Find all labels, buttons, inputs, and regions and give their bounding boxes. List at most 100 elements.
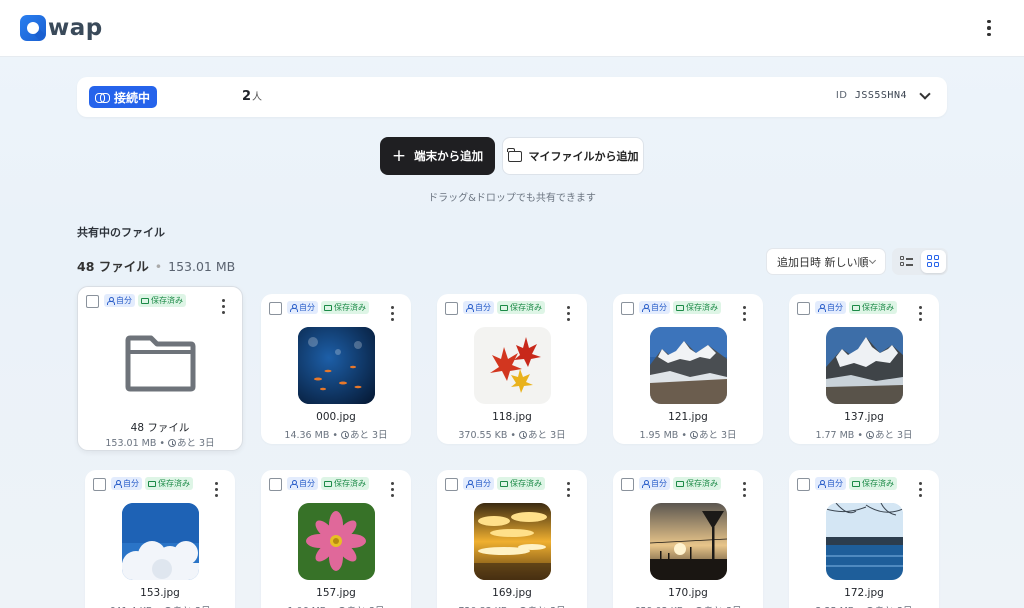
thumbnail[interactable]	[122, 503, 199, 580]
file-card[interactable]: 自分 保存済み 118.jpg 370.55 KB • あと 3日	[437, 294, 587, 444]
files-summary: 48 ファイル • 153.01 MB	[77, 256, 235, 275]
room-id-label: ID	[835, 90, 848, 101]
select-checkbox[interactable]	[621, 478, 634, 491]
tag-saved-label: 保存済み	[151, 295, 183, 305]
thumbnail-image	[298, 327, 375, 404]
file-card[interactable]: 自分 保存済み 137.jpg 1.77 MB • あと 3日	[789, 294, 939, 444]
top-bar: wap	[0, 0, 1024, 57]
thumbnail[interactable]	[826, 327, 903, 404]
thumbnail[interactable]	[650, 327, 727, 404]
card-more-icon[interactable]	[208, 479, 224, 499]
folder-icon	[148, 480, 156, 487]
file-name: 137.jpg	[844, 411, 884, 423]
file-card[interactable]: 自分 保存済み 172.jpg 2.25 MB • あと 3日	[789, 470, 939, 608]
tag-self: 自分	[104, 294, 135, 307]
tag-saved-label: 保存済み	[686, 478, 718, 488]
clock-icon	[341, 431, 349, 439]
file-card[interactable]: 自分 保存済み 000.jpg 14.36 MB • あと 3日	[261, 294, 411, 444]
sort-select-value: 追加日時 新しい順	[777, 255, 869, 269]
folder-card[interactable]: 自分 保存済み 48 ファイル 153.01 MB • あと 3日	[77, 286, 243, 451]
select-checkbox[interactable]	[797, 478, 810, 491]
card-more-icon[interactable]	[912, 479, 928, 499]
folder-icon	[125, 335, 196, 392]
thumbnail[interactable]	[298, 503, 375, 580]
grid-view-button[interactable]	[921, 250, 946, 273]
tag-self: 自分	[815, 301, 846, 314]
card-more-icon[interactable]	[215, 296, 231, 316]
person-icon	[290, 479, 298, 488]
file-card[interactable]: 自分 保存済み 170.jpg 659.02 KB • あと 3日	[613, 470, 763, 608]
app-logo[interactable]: wap	[20, 14, 103, 42]
file-size: 1.95 MB	[639, 430, 679, 441]
tag-saved-label: 保存済み	[510, 302, 542, 312]
folder-meta: 153.01 MB • あと 3日	[105, 438, 215, 449]
tag-saved-label: 保存済み	[686, 302, 718, 312]
logo-text: wap	[48, 15, 103, 41]
select-checkbox[interactable]	[445, 302, 458, 315]
file-card[interactable]: 自分 保存済み 153.jpg 641.4 KB • あと 3日	[85, 470, 235, 608]
folder-icon	[500, 480, 508, 487]
select-checkbox[interactable]	[269, 478, 282, 491]
card-more-icon[interactable]	[736, 479, 752, 499]
file-expires: あと 3日	[698, 430, 737, 441]
card-more-icon[interactable]	[384, 479, 400, 499]
chevron-down-icon[interactable]	[919, 88, 931, 100]
select-checkbox[interactable]	[621, 302, 634, 315]
file-meta: 370.55 KB • あと 3日	[458, 430, 566, 441]
folder-size: 153.01 MB	[105, 438, 157, 449]
select-checkbox[interactable]	[86, 295, 99, 308]
thumbnail[interactable]	[650, 503, 727, 580]
tag-self-label: 自分	[116, 295, 132, 305]
add-from-device-label: 端末から追加	[414, 149, 484, 163]
folder-icon	[500, 304, 508, 311]
file-count: 48 ファイル	[77, 259, 149, 274]
file-card[interactable]: 自分 保存済み 169.jpg 720.83 KB • あと 3日	[437, 470, 587, 608]
add-from-device-button[interactable]: + 端末から追加	[380, 137, 495, 175]
folder-name: 48 ファイル	[130, 422, 190, 434]
sort-select[interactable]: 追加日時 新しい順	[766, 248, 886, 275]
view-toggle	[892, 248, 948, 275]
tags: 自分 保存済み	[639, 301, 721, 314]
list-view-button[interactable]	[894, 250, 919, 273]
folder-icon	[676, 304, 684, 311]
file-name: 121.jpg	[668, 411, 708, 423]
thumbnail[interactable]	[474, 327, 551, 404]
folder-icon	[324, 480, 332, 487]
select-checkbox[interactable]	[797, 302, 810, 315]
file-card[interactable]: 自分 保存済み 121.jpg 1.95 MB • あと 3日	[613, 294, 763, 444]
thumbnail[interactable]	[474, 503, 551, 580]
tag-saved: 保存済み	[321, 477, 369, 490]
grid-view-icon	[927, 255, 940, 268]
tag-self-label: 自分	[651, 302, 667, 312]
thumbnail[interactable]	[826, 503, 903, 580]
tags: 自分 保存済み	[287, 477, 369, 490]
card-more-icon[interactable]	[560, 479, 576, 499]
tag-self: 自分	[639, 301, 670, 314]
file-meta: 14.36 MB • あと 3日	[284, 430, 388, 441]
card-more-icon[interactable]	[912, 303, 928, 323]
card-more-icon[interactable]	[736, 303, 752, 323]
tag-saved: 保存済み	[849, 477, 897, 490]
tag-self-label: 自分	[299, 302, 315, 312]
person-icon	[466, 303, 474, 312]
more-menu-icon[interactable]	[981, 18, 997, 38]
file-expires: あと 3日	[528, 430, 566, 441]
tags: 自分 保存済み	[639, 477, 721, 490]
add-from-my-files-button[interactable]: マイファイルから追加	[502, 137, 644, 175]
clock-icon	[689, 431, 698, 439]
select-checkbox[interactable]	[93, 478, 106, 491]
file-size: 14.36 MB	[284, 430, 330, 441]
thumbnail-image	[474, 503, 551, 580]
tag-saved-label: 保存済み	[158, 478, 190, 488]
thumbnail-image	[474, 327, 551, 404]
thumbnail[interactable]	[298, 327, 375, 404]
card-more-icon[interactable]	[560, 303, 576, 323]
file-meta: 720.83 KB • あと 3日	[437, 603, 587, 608]
select-checkbox[interactable]	[445, 478, 458, 491]
card-more-icon[interactable]	[384, 303, 400, 323]
file-card[interactable]: 自分 保存済み 157.jpg 1.06 MB • あと 3日	[261, 470, 411, 608]
logo-q-icon	[20, 15, 46, 41]
file-name: 157.jpg	[316, 587, 356, 599]
select-checkbox[interactable]	[269, 302, 282, 315]
tags: 自分 保存済み	[111, 477, 193, 490]
